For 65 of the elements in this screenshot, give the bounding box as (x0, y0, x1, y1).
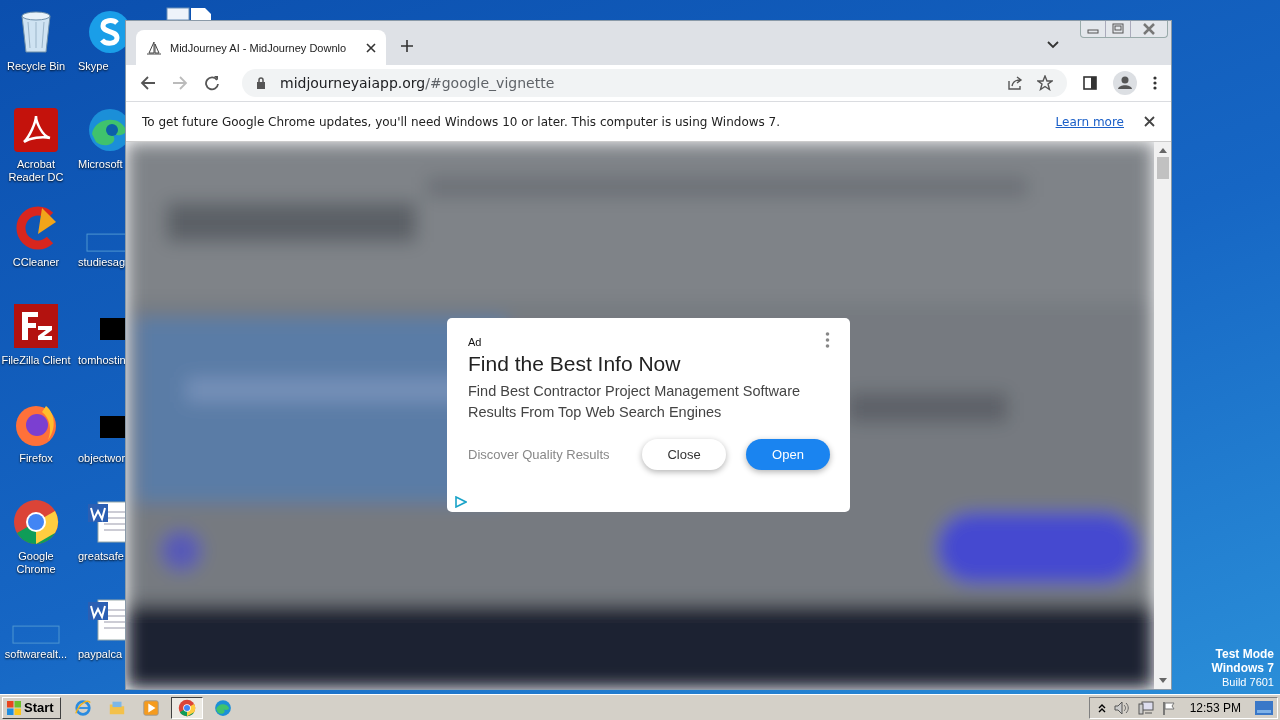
close-button[interactable]: Close (642, 439, 726, 470)
system-info-text: Windows 7 (1211, 661, 1274, 675)
update-message: To get future Google Chrome updates, you'll need Windows 10 or later. This computer is using Windows 7. (142, 114, 781, 129)
filezilla-icon (12, 302, 60, 350)
browser-tab[interactable]: MidJourney AI - MidJourney Downlo (136, 30, 386, 65)
lock-icon (256, 77, 266, 89)
icon-label[interactable]: paypalca (74, 648, 123, 661)
internet-explorer-icon[interactable] (73, 698, 92, 717)
network-icon[interactable] (1137, 700, 1154, 715)
ad-label: Ad (468, 336, 482, 348)
chrome-icon (177, 698, 196, 717)
start-button[interactable]: Start (2, 696, 61, 719)
side-panel-icon[interactable] (1083, 76, 1097, 90)
edge-icon (213, 698, 232, 717)
flag-icon[interactable] (1161, 700, 1176, 715)
speaker-icon[interactable] (1113, 700, 1130, 715)
new-tab-icon[interactable] (400, 39, 414, 53)
more-options-icon[interactable] (825, 332, 830, 348)
profile-icon[interactable] (1113, 71, 1137, 95)
show-desktop-icon[interactable] (1255, 700, 1273, 715)
scroll-thumb[interactable] (1156, 157, 1169, 179)
menu-icon[interactable] (1153, 76, 1157, 90)
back-icon[interactable] (140, 75, 156, 91)
scroll-up-icon[interactable] (1158, 148, 1167, 153)
icon-label[interactable]: Microsoft (74, 158, 123, 171)
icon-label[interactable]: Recycle Bin (0, 60, 72, 73)
taskbar-button[interactable] (170, 696, 203, 719)
sailboat-icon (146, 39, 162, 56)
icon-label[interactable]: CCleaner (0, 256, 72, 269)
acrobat-icon (12, 106, 60, 154)
clock[interactable]: 12:53 PM (1189, 700, 1241, 715)
scroll-down-icon[interactable] (1158, 678, 1167, 683)
close-icon[interactable] (366, 42, 376, 53)
icon-label[interactable]: FileZilla Client (0, 354, 72, 367)
windows-logo-icon (7, 700, 21, 715)
icon-label[interactable]: Skype (74, 60, 109, 73)
icon-label[interactable]: Google Chrome (0, 550, 72, 576)
icon-label[interactable]: Acrobat Reader DC (0, 158, 72, 184)
scrollbar[interactable] (1154, 142, 1171, 689)
file-icon (12, 625, 60, 645)
close-icon[interactable] (1144, 116, 1155, 127)
icon-label[interactable]: studiesag (74, 256, 126, 270)
address-bar[interactable]: midjourneyaiapp.org/#google_vignette (242, 69, 1067, 97)
tab-title: MidJourney AI - MidJourney Downlo (170, 41, 348, 54)
advertiser-text: Discover Quality Results (468, 447, 611, 462)
ad-description: Find Best Contractor Project Management Software Results From Top Web Search Engines (468, 382, 802, 422)
icon-label[interactable]: softwarealt... (0, 648, 72, 662)
share-icon[interactable] (1007, 75, 1023, 91)
icon-label[interactable]: tomhostin (74, 354, 126, 367)
icon-label[interactable]: greatsafe (74, 550, 124, 563)
icon-label[interactable]: objectwor (74, 452, 126, 465)
learn-more-link[interactable]: Learn more (1055, 114, 1124, 129)
media-player-icon[interactable] (141, 698, 160, 717)
reload-icon[interactable] (204, 75, 220, 91)
open-button[interactable]: Open (746, 439, 830, 470)
chrome-icon (12, 498, 60, 546)
icon-label[interactable]: Firefox (0, 452, 72, 465)
star-icon[interactable] (1037, 75, 1053, 91)
system-info-text: Build 7601 (1222, 675, 1274, 689)
play-triangle-icon[interactable] (455, 496, 467, 508)
system-info-text: Test Mode (1215, 647, 1274, 661)
ad-title: Find the Best Info Now (468, 352, 682, 376)
chevron-up-icon[interactable] (1097, 702, 1106, 713)
chevron-down-icon[interactable] (1047, 41, 1059, 49)
url-text: midjourneyaiapp.org/#google_vignette (280, 75, 555, 91)
